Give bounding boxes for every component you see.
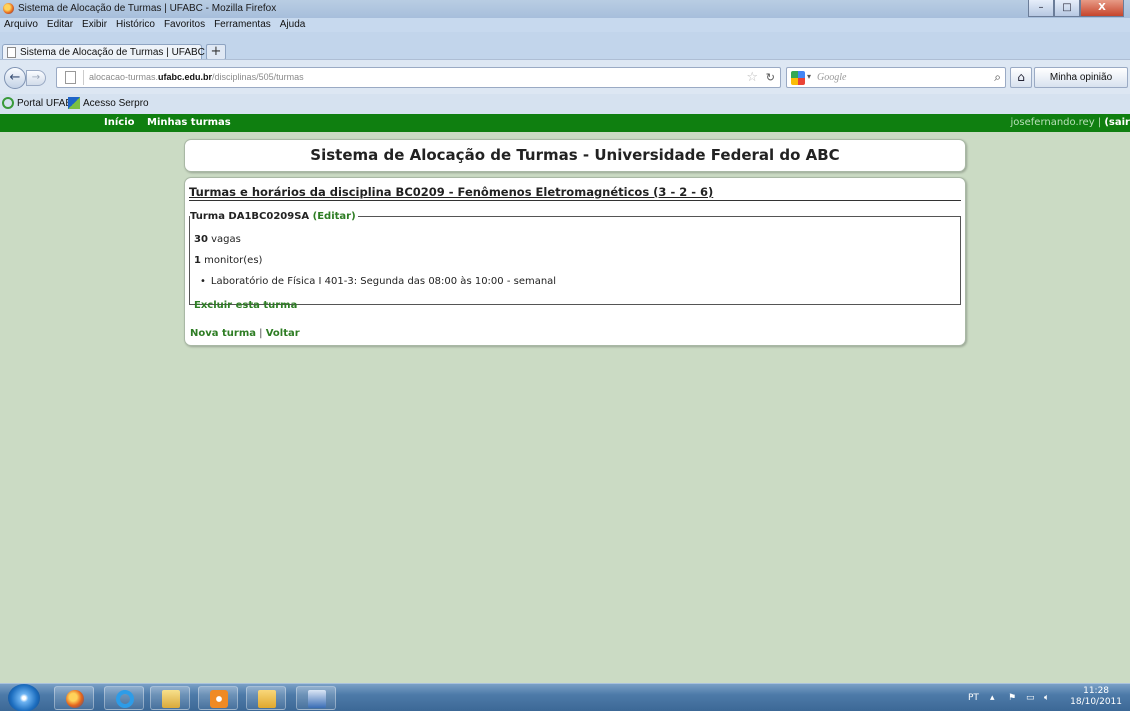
taskbar-outlook[interactable] [246, 686, 286, 710]
menu-bar: Arquivo Editar Exibir Histórico Favorito… [0, 18, 1130, 32]
page-icon [7, 47, 16, 58]
url-text[interactable]: alocacao-turmas.ufabc.edu.br/disciplinas… [89, 72, 304, 82]
reload-icon[interactable]: ↻ [766, 71, 775, 84]
tab-label: Sistema de Alocação de Turmas | UFABC [20, 47, 205, 58]
taskbar-ie[interactable] [104, 686, 144, 710]
window-titlebar: Sistema de Alocação de Turmas | UFABC - … [0, 0, 1130, 18]
clock[interactable]: 11:28 18/10/2011 [1070, 686, 1122, 708]
back-link[interactable]: Voltar [266, 328, 300, 339]
firefox-icon [66, 690, 84, 708]
user-area: josefernando.rey | (sair [1011, 117, 1130, 128]
menu-editar[interactable]: Editar [43, 18, 78, 32]
menu-ajuda[interactable]: Ajuda [276, 18, 311, 32]
volume-icon[interactable]: 🔈︎ [1044, 693, 1049, 703]
nav-inicio-link[interactable]: Início [104, 117, 135, 128]
search-input[interactable]: Google [817, 72, 846, 83]
address-bar[interactable]: alocacao-turmas.ufabc.edu.br/disciplinas… [56, 67, 781, 88]
folder-icon [162, 690, 180, 708]
minimize-button[interactable]: – [1028, 0, 1054, 17]
page-title: Turmas e horários da disciplina BC0209 -… [189, 185, 961, 201]
page-viewport: Início Minhas turmas josefernando.rey | … [0, 114, 1130, 683]
network-icon[interactable]: ▭ [1026, 693, 1035, 703]
search-icon[interactable]: ⌕ [994, 70, 1001, 85]
bookmark-acesso-serpro[interactable]: Acesso Serpro [68, 97, 149, 109]
navigation-toolbar: ← → alocacao-turmas.ufabc.edu.br/discipl… [0, 59, 1130, 94]
schedule-list-item: Laboratório de Física I 401-3: Segunda d… [200, 276, 556, 287]
clock-time: 11:28 [1083, 686, 1110, 696]
taskbar-firefox[interactable] [54, 686, 94, 710]
edit-turma-link[interactable]: (Editar) [313, 211, 356, 222]
serpro-icon [68, 97, 80, 109]
internet-explorer-icon [116, 690, 134, 708]
turma-fieldset: Turma DA1BC0209SA (Editar) 30 vagas 1 mo… [189, 211, 961, 311]
window-title: Sistema de Alocação de Turmas | UFABC - … [18, 3, 277, 14]
content-panel: Turmas e horários da disciplina BC0209 -… [184, 177, 966, 346]
site-nav: Início Minhas turmas josefernando.rey | … [0, 114, 1130, 132]
start-button[interactable] [8, 684, 40, 711]
maximize-button[interactable]: □ [1054, 0, 1080, 17]
page-icon [65, 71, 76, 84]
back-forward-group: ← → [4, 67, 50, 89]
close-button[interactable]: X [1080, 0, 1124, 17]
turma-code: Turma DA1BC0209SA [190, 211, 310, 222]
ufabc-icon [2, 97, 14, 109]
bookmark-label: Acesso Serpro [83, 97, 149, 109]
clock-date: 18/10/2011 [1070, 697, 1122, 707]
firefox-icon [3, 3, 14, 14]
delete-turma-link[interactable]: Excluir esta turma [194, 300, 297, 311]
search-bar[interactable]: ▾ Google ⌕ [786, 67, 1006, 88]
window-controls: – □ X [1028, 0, 1124, 17]
site-header: Sistema de Alocação de Turmas - Universi… [184, 139, 966, 172]
tab-bar: Sistema de Alocação de Turmas | UFABC + [0, 32, 1130, 61]
taskbar-explorer[interactable] [150, 686, 190, 710]
language-indicator[interactable]: PT [968, 693, 979, 703]
nav-minhas-turmas-link[interactable]: Minhas turmas [147, 117, 231, 128]
menu-favoritos[interactable]: Favoritos [160, 18, 210, 32]
menu-historico[interactable]: Histórico [112, 18, 160, 32]
menu-ferramentas[interactable]: Ferramentas [210, 18, 276, 32]
username: josefernando.rey [1010, 117, 1095, 128]
windows-taskbar: PT ▴ ⚑ ▭ 🔈︎ 11:28 18/10/2011 [0, 683, 1130, 711]
home-button[interactable]: ⌂ [1010, 67, 1032, 88]
vagas-line: 30 vagas [194, 234, 241, 245]
monitor-line: 1 monitor(es) [194, 255, 263, 266]
divider [83, 70, 84, 85]
menu-exibir[interactable]: Exibir [78, 18, 112, 32]
back-button[interactable]: ← [4, 67, 26, 89]
taskbar-media-player[interactable] [198, 686, 238, 710]
chevron-up-icon[interactable]: ▴ [990, 693, 995, 703]
flag-icon[interactable]: ⚑ [1008, 693, 1016, 703]
vagas-count: 30 [194, 234, 208, 245]
forward-button[interactable]: → [26, 70, 46, 86]
bookmarks-toolbar: Portal UFABC Acesso Serpro [0, 94, 1130, 114]
new-tab-button[interactable]: + [206, 44, 226, 60]
divider: | [1094, 117, 1105, 128]
chevron-down-icon[interactable]: ▾ [807, 72, 811, 81]
google-icon[interactable] [791, 71, 805, 85]
feedback-button[interactable]: Minha opinião [1034, 67, 1128, 88]
system-tray: PT ▴ ⚑ ▭ 🔈︎ 11:28 18/10/2011 [960, 684, 1130, 711]
footer-links: Nova turma | Voltar [190, 328, 300, 339]
menu-arquivo[interactable]: Arquivo [0, 18, 43, 32]
monitor-count: 1 [194, 255, 201, 266]
outlook-icon [258, 690, 276, 708]
logout-link[interactable]: (sair [1104, 117, 1130, 128]
new-turma-link[interactable]: Nova turma [190, 328, 256, 339]
site-title: Sistema de Alocação de Turmas - Universi… [310, 146, 840, 164]
word-icon [308, 690, 326, 708]
taskbar-word[interactable] [296, 686, 336, 710]
bookmark-star-icon[interactable]: ☆ [746, 70, 758, 85]
course-heading-link[interactable]: Turmas e horários da disciplina BC0209 -… [189, 185, 713, 199]
media-player-icon [210, 690, 228, 708]
turma-legend: Turma DA1BC0209SA (Editar) [190, 211, 358, 222]
